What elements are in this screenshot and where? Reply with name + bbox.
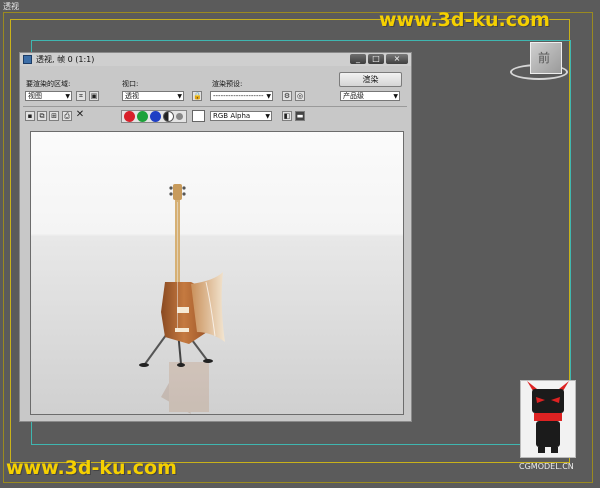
chevron-down-icon: ▼ xyxy=(266,93,271,100)
clone-window-icon[interactable]: ⊞ xyxy=(49,111,59,121)
maximize-button[interactable]: □ xyxy=(368,54,384,64)
chevron-down-icon: ▼ xyxy=(393,93,398,100)
chevron-down-icon: ▼ xyxy=(265,113,270,120)
render-preset-value: -------------------- xyxy=(213,92,264,100)
render-preset-dropdown[interactable]: -------------------- ▼ xyxy=(210,91,273,101)
chevron-down-icon: ▼ xyxy=(65,93,70,100)
viewcube-face-label: 前 xyxy=(538,51,551,65)
render-preset-label: 渲染预设: xyxy=(212,80,243,88)
area-to-render-value: 视图 xyxy=(28,92,42,100)
window-title: 透视, 帧 0 (1:1) xyxy=(36,55,95,64)
render-button[interactable]: 渲染 xyxy=(339,72,402,87)
lock-icon[interactable]: 🔒 xyxy=(192,91,202,101)
toggle-ui-overlay-icon[interactable]: ◧ xyxy=(282,111,292,121)
viewport-label[interactable]: 透视 xyxy=(3,1,19,12)
save-image-icon[interactable]: ▪ xyxy=(25,111,35,121)
area-to-render-dropdown[interactable]: 视图 ▼ xyxy=(25,91,72,101)
viewport-dropdown[interactable]: 透视 ▼ xyxy=(122,91,184,101)
red-channel-toggle[interactable] xyxy=(124,111,135,122)
channel-display-dropdown[interactable]: RGB Alpha ▼ xyxy=(210,111,272,121)
rendered-image-area xyxy=(30,131,404,415)
auto-region-button[interactable]: ▣ xyxy=(89,91,99,101)
watermark-bottom: www.3d-ku.com xyxy=(6,457,177,479)
watermark-top: www.3d-ku.com xyxy=(379,9,550,31)
print-icon[interactable]: ⎙ xyxy=(62,111,72,121)
mascot-label: CGMODEL.CN xyxy=(519,462,574,471)
viewport-value: 透视 xyxy=(125,92,139,100)
toolbar-divider xyxy=(23,106,407,107)
production-level-dropdown[interactable]: 产品级 ▼ xyxy=(340,91,400,101)
mascot-logo xyxy=(520,380,576,458)
channel-display-value: RGB Alpha xyxy=(213,112,251,120)
area-to-render-label: 要渲染的区域: xyxy=(26,80,71,88)
alpha-channel-toggle[interactable] xyxy=(163,111,174,122)
viewcube-cube[interactable]: 前 xyxy=(530,42,562,74)
monochrome-toggle[interactable] xyxy=(176,113,183,120)
color-swatch[interactable] xyxy=(192,110,205,122)
clear-icon[interactable]: ✕ xyxy=(75,110,85,121)
devil-mascot-icon xyxy=(527,381,569,453)
app-icon xyxy=(23,55,32,64)
minimize-button[interactable]: _ xyxy=(350,54,366,64)
render-setup-button[interactable]: ⚙ xyxy=(282,91,292,101)
viewport-select-label: 视口: xyxy=(122,80,139,88)
edit-region-button[interactable]: ⌗ xyxy=(76,91,86,101)
title-bar[interactable]: 透视, 帧 0 (1:1) _ □ × xyxy=(20,53,411,66)
green-channel-toggle[interactable] xyxy=(137,111,148,122)
blue-channel-toggle[interactable] xyxy=(150,111,161,122)
render-frame-window: 透视, 帧 0 (1:1) _ □ × 要渲染的区域: 视口: 渲染预设: 渲染… xyxy=(19,52,412,422)
toggle-ui-icon[interactable]: ▬ xyxy=(295,111,305,121)
production-level-value: 产品级 xyxy=(343,92,364,100)
chevron-down-icon: ▼ xyxy=(177,93,182,100)
copy-image-icon[interactable]: ⧉ xyxy=(37,111,47,121)
close-button[interactable]: × xyxy=(386,54,408,64)
rendered-guitar-image xyxy=(139,184,225,414)
environment-button[interactable]: ◎ xyxy=(295,91,305,101)
viewcube[interactable]: 前 xyxy=(510,40,568,86)
